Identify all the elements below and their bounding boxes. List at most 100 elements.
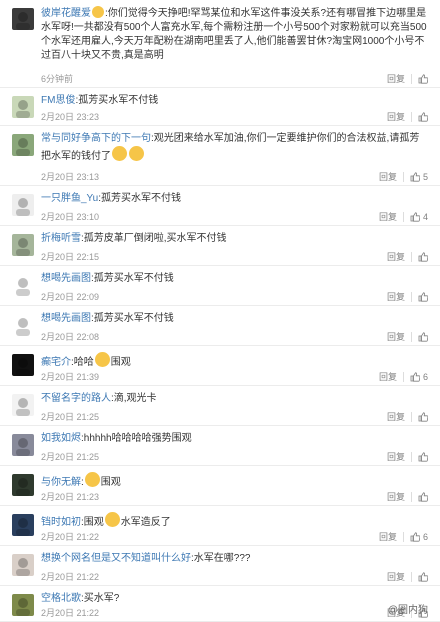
like-button[interactable]: 6 <box>410 532 428 542</box>
comment-actions: 回复 <box>387 72 428 85</box>
comment-time: 2月20日 23:23 <box>41 112 100 122</box>
reply-button[interactable]: 回复 <box>379 170 397 183</box>
like-count: 6 <box>422 371 428 382</box>
avatar[interactable] <box>12 134 34 156</box>
comment-time: 2月20日 23:10 <box>41 212 100 222</box>
reply-button[interactable]: 回复 <box>387 290 405 303</box>
thumbs-up-icon <box>418 411 428 422</box>
avatar[interactable] <box>12 8 34 30</box>
like-button[interactable] <box>418 73 428 84</box>
comment-text: :hhhhh哈哈哈哈强势围观 <box>81 433 192 444</box>
like-button[interactable]: 4 <box>410 212 428 222</box>
reply-button[interactable]: 回复 <box>379 210 397 223</box>
avatar[interactable] <box>12 354 34 376</box>
avatar[interactable] <box>12 514 34 536</box>
like-count: 6 <box>422 531 428 542</box>
commenter-name[interactable]: 常与同好争高下的下一句 <box>41 133 151 144</box>
avatar[interactable] <box>12 274 34 296</box>
comment-content: FM思俊:孤芳买水军不付钱 <box>41 94 428 108</box>
reply-button[interactable]: 回复 <box>387 110 405 123</box>
avatar[interactable] <box>12 194 34 216</box>
thumbs-up-icon <box>418 251 428 262</box>
like-button[interactable] <box>418 571 428 582</box>
like-button[interactable] <box>418 251 428 262</box>
comment-content: 空格北歌:买水军? <box>41 592 428 606</box>
avatar[interactable] <box>12 594 34 616</box>
emoji-icon <box>94 352 110 367</box>
reply-button[interactable]: 回复 <box>387 330 405 343</box>
watermark-text: @圈内狗 <box>387 605 428 616</box>
comment-item: 如我如烬:hhhhh哈哈哈哈强势围观 2月20日 21:25 回复 <box>0 426 440 466</box>
like-button[interactable] <box>418 291 428 302</box>
commenter-name[interactable]: 折梅听雪 <box>41 233 81 244</box>
divider <box>411 331 412 342</box>
commenter-name[interactable]: 想喝先画图 <box>41 313 91 324</box>
like-button[interactable]: 5 <box>410 172 428 182</box>
emoji-icon <box>104 512 120 527</box>
commenter-name[interactable]: 彼岸花醒爱 <box>41 8 91 19</box>
reply-button[interactable]: 回复 <box>387 450 405 463</box>
comment-actions: 回复 <box>387 250 428 263</box>
comment-actions: 回复 4 <box>379 210 428 223</box>
avatar[interactable] <box>12 434 34 456</box>
comment-text: :孤芳皮革厂倒闭啦,买水军不付钱 <box>81 233 227 244</box>
comment-item: FM思俊:孤芳买水军不付钱 2月20日 23:23 回复 <box>0 88 440 126</box>
comment-text: :水军在哪??? <box>191 553 251 564</box>
avatar[interactable] <box>12 314 34 336</box>
commenter-name[interactable]: 与你无解 <box>41 477 81 488</box>
comment-time: 2月20日 22:09 <box>41 292 100 302</box>
commenter-name[interactable]: 一只胖鱼_Yu <box>41 193 98 204</box>
reply-button[interactable]: 回复 <box>379 530 397 543</box>
comment-text-continued: 围观 <box>100 477 121 488</box>
comment-time: 2月20日 21:39 <box>41 372 100 382</box>
commenter-name[interactable]: 如我如烬 <box>41 433 81 444</box>
comment-text: :哈哈 <box>71 357 94 368</box>
commenter-name[interactable]: 想换个网名但是又不知道叫什么好 <box>41 553 191 564</box>
comment-text: :孤芳买水军不付钱 <box>98 193 182 204</box>
commenter-name[interactable]: 癫宅介 <box>41 357 71 368</box>
commenter-name[interactable]: FM思俊 <box>41 95 75 106</box>
comment-time: 2月20日 23:13 <box>41 172 100 182</box>
comment-item: 空格北歌:买水军? 2月20日 21:22 回复 <box>0 586 440 622</box>
comment-actions: 回复 6 <box>379 530 428 543</box>
avatar[interactable] <box>12 554 34 576</box>
comment-item: 癫宅介:哈哈 围观 2月20日 21:39 回复 6 <box>0 346 440 386</box>
reply-button[interactable]: 回复 <box>379 370 397 383</box>
divider <box>402 531 404 542</box>
comment-time: 2月20日 21:22 <box>41 532 100 542</box>
comment-item: 铛时如初:围观 水军造反了 2月20日 21:22 回复 6 <box>0 506 440 546</box>
like-button[interactable] <box>418 451 428 462</box>
like-button[interactable]: 6 <box>410 372 428 382</box>
avatar[interactable] <box>12 474 34 496</box>
reply-button[interactable]: 回复 <box>387 250 405 263</box>
commenter-name[interactable]: 想喝先画图 <box>41 273 91 284</box>
thumbs-up-icon <box>410 171 420 182</box>
thumbs-up-icon <box>410 371 420 382</box>
comment-content: 常与同好争高下的下一句:观光团来给水军加油,你们一定要维护你们的合法权益,请孤芳… <box>41 132 428 164</box>
like-button[interactable] <box>418 411 428 422</box>
commenter-name[interactable]: 铛时如初 <box>41 517 81 528</box>
comment-actions: 回复 <box>387 330 428 343</box>
avatar[interactable] <box>12 96 34 118</box>
comment-time: 2月20日 21:25 <box>41 412 100 422</box>
comment-content: 彼岸花醒爱:你们觉得今天挣吧!罕骂某位和水军这件事没关系?还有哪冒推下边哪里是水… <box>41 6 428 63</box>
comment-actions: 回复 <box>387 410 428 423</box>
reply-button[interactable]: 回复 <box>387 410 405 423</box>
like-button[interactable] <box>418 111 428 122</box>
divider <box>411 291 412 302</box>
comment-time: 2月20日 21:22 <box>41 572 100 582</box>
like-button[interactable] <box>418 331 428 342</box>
commenter-name[interactable]: 不留名字的路人 <box>41 393 111 404</box>
comment-item: 想换个网名但是又不知道叫什么好:水军在哪??? 2月20日 21:22 回复 <box>0 546 440 586</box>
divider <box>402 371 404 382</box>
commenter-name[interactable]: 空格北歌 <box>41 593 81 604</box>
comment-time: 2月20日 22:15 <box>41 252 100 262</box>
avatar[interactable] <box>12 394 34 416</box>
reply-button[interactable]: 回复 <box>387 72 405 85</box>
reply-button[interactable]: 回复 <box>387 490 405 503</box>
divider <box>411 491 412 502</box>
like-button[interactable] <box>418 491 428 502</box>
reply-button[interactable]: 回复 <box>387 570 405 583</box>
avatar[interactable] <box>12 234 34 256</box>
comment-content: 折梅听雪:孤芳皮革厂倒闭啦,买水军不付钱 <box>41 232 428 246</box>
